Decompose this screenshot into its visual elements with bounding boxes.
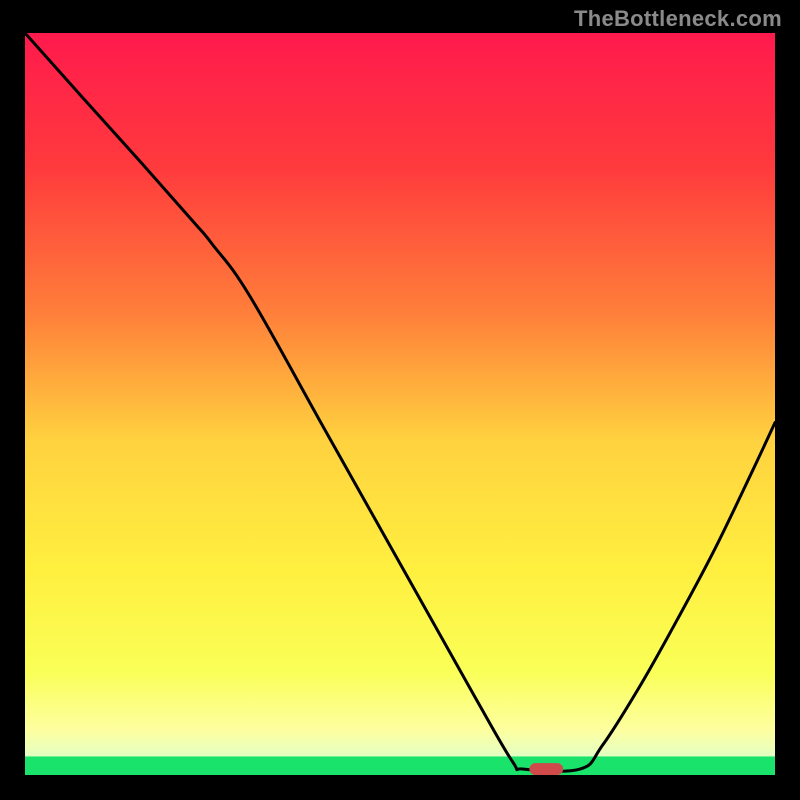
gradient-background <box>25 33 775 775</box>
watermark: TheBottleneck.com <box>574 6 782 32</box>
optimal-marker <box>529 763 563 775</box>
green-zone-band <box>25 756 775 775</box>
bottleneck-chart <box>0 0 800 800</box>
